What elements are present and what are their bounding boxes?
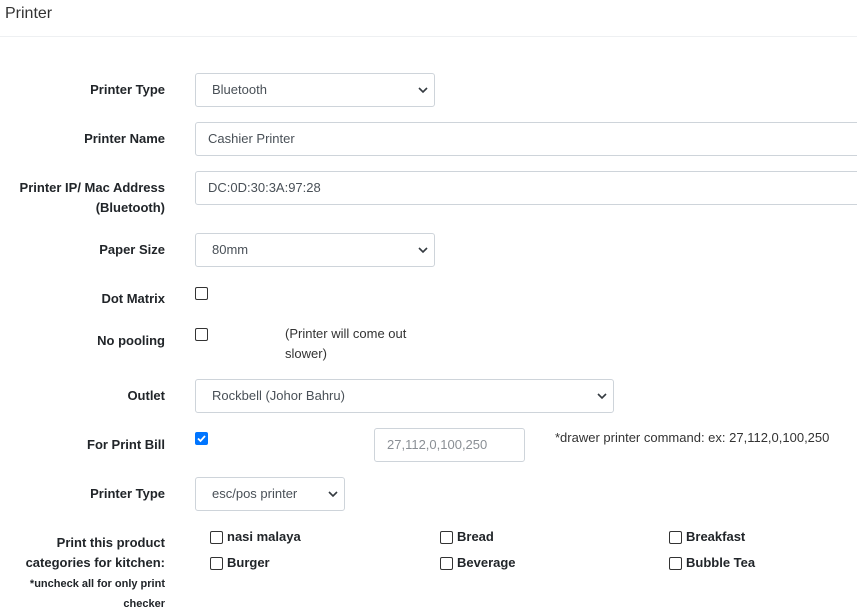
no-pooling-label: No pooling <box>97 333 165 348</box>
category-label: Breakfast <box>686 529 746 544</box>
category-label: Beverage <box>457 555 516 570</box>
printer-type-2-value: esc/pos printer <box>212 486 298 501</box>
chevron-down-icon <box>418 247 428 254</box>
printer-type-2-label: Printer Type <box>90 486 165 501</box>
dot-matrix-checkbox[interactable] <box>195 287 208 300</box>
category-checkbox[interactable] <box>210 531 223 544</box>
category-checkbox[interactable] <box>440 557 453 570</box>
categories-label: Print this product <box>56 535 165 550</box>
printer-type-label: Printer Type <box>90 82 165 97</box>
printer-ip-label-sub: (Bluetooth) <box>95 200 165 215</box>
drawer-command-input[interactable]: 27,112,0,100,250 <box>374 428 525 462</box>
chevron-down-icon <box>597 393 607 400</box>
printer-type-value: Bluetooth <box>212 82 267 97</box>
print-bill-label: For Print Bill <box>87 437 165 452</box>
category-checkbox[interactable] <box>210 557 223 570</box>
outlet-label: Outlet <box>127 388 165 403</box>
printer-name-value: Cashier Printer <box>208 131 295 146</box>
chevron-down-icon <box>418 87 428 94</box>
categories-label-line2: categories for kitchen: <box>25 555 165 570</box>
drawer-command-placeholder: 27,112,0,100,250 <box>387 437 488 452</box>
categories-note-line2: checker <box>123 598 165 610</box>
printer-name-input[interactable]: Cashier Printer <box>195 122 857 156</box>
chevron-down-icon <box>328 491 338 498</box>
outlet-value: Rockbell (Johor Bahru) <box>212 388 345 403</box>
print-bill-checkbox[interactable] <box>195 432 208 445</box>
paper-size-value: 80mm <box>212 242 249 257</box>
no-pooling-checkbox[interactable] <box>195 328 208 341</box>
category-checkbox[interactable] <box>669 531 682 544</box>
category-label: Burger <box>227 555 270 570</box>
printer-ip-value: DC:0D:30:3A:97:28 <box>208 180 321 195</box>
category-checkbox[interactable] <box>669 557 682 570</box>
outlet-select[interactable]: Rockbell (Johor Bahru) <box>195 379 614 413</box>
printer-ip-input[interactable]: DC:0D:30:3A:97:28 <box>195 171 857 205</box>
no-pooling-note: (Printer will come out <box>285 326 407 341</box>
drawer-command-note: *drawer printer command: ex: 27,112,0,10… <box>555 430 830 445</box>
category-label: nasi malaya <box>227 529 301 544</box>
checkmark-icon <box>197 435 206 443</box>
paper-size-label: Paper Size <box>99 242 165 257</box>
category-label: Bubble Tea <box>686 555 756 570</box>
printer-name-label: Printer Name <box>84 131 165 146</box>
category-checkbox[interactable] <box>440 531 453 544</box>
categories-note: *uncheck all for only print <box>29 578 165 590</box>
page-title: Printer <box>5 5 53 22</box>
dot-matrix-label: Dot Matrix <box>101 291 165 306</box>
paper-size-select[interactable]: 80mm <box>195 233 435 267</box>
printer-type-select[interactable]: Bluetooth <box>195 73 435 107</box>
printer-ip-label: Printer IP/ Mac Address <box>19 180 165 195</box>
title-divider <box>0 36 857 37</box>
no-pooling-note-line2: slower) <box>285 346 327 361</box>
printer-type-2-select[interactable]: esc/pos printer <box>195 477 345 511</box>
category-label: Bread <box>457 529 494 544</box>
